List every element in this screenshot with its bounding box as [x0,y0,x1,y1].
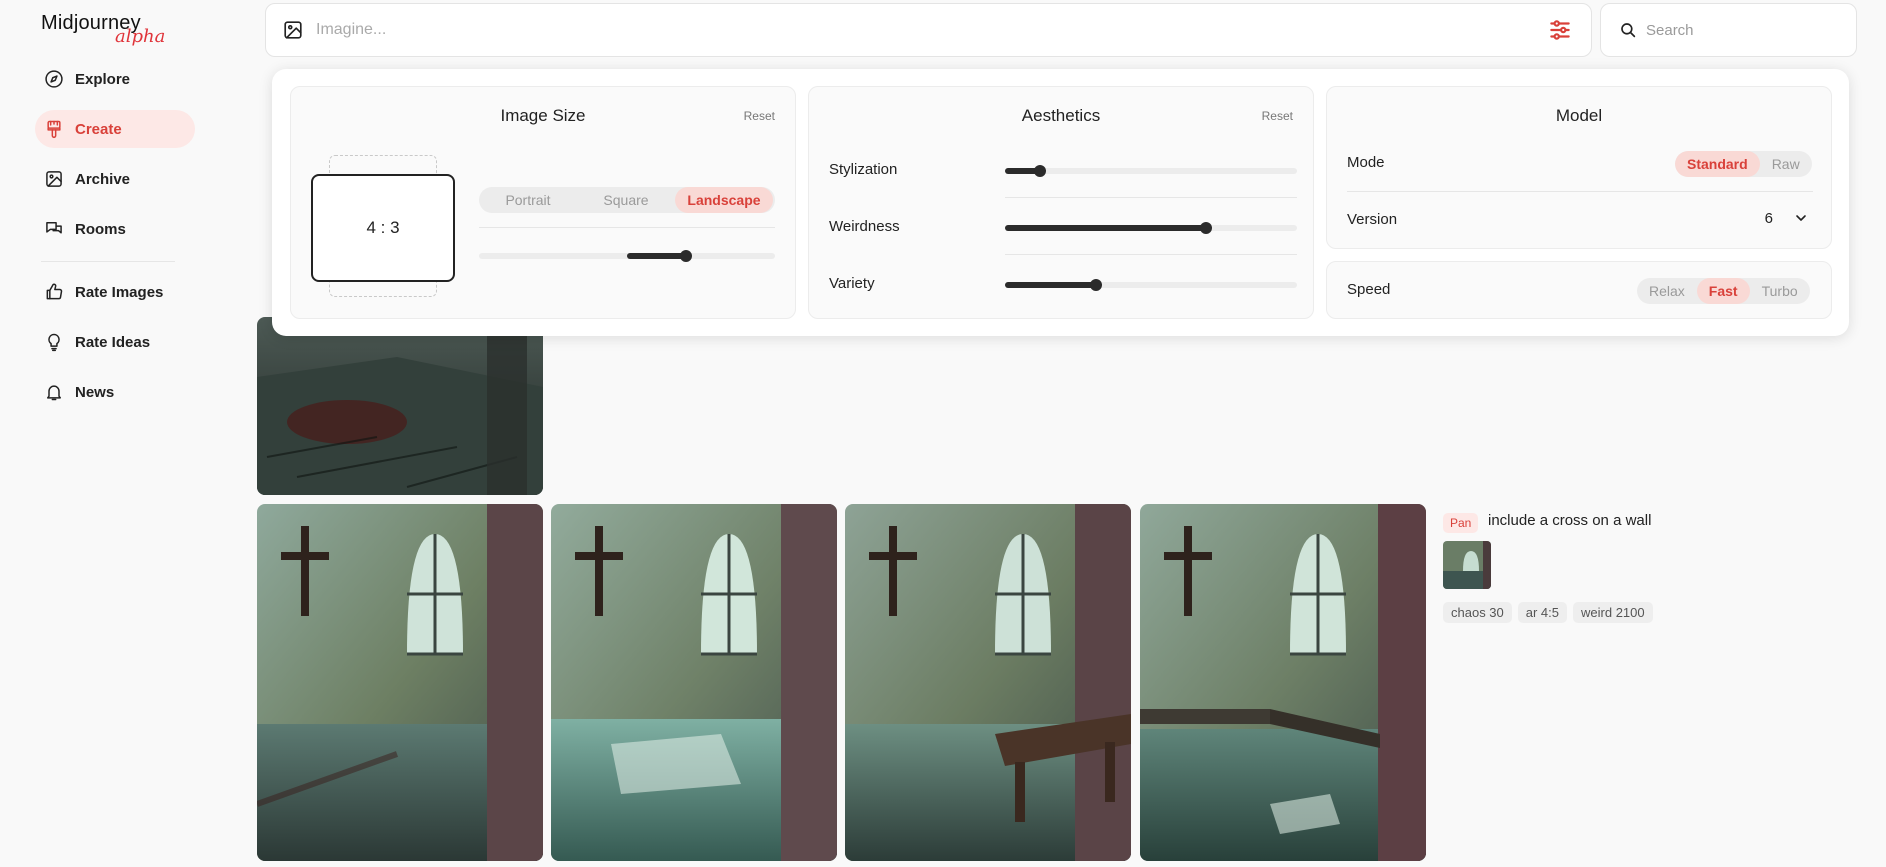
slider-knob[interactable] [1034,165,1047,177]
speed-label: Speed [1347,281,1391,298]
aspect-preview: 4 : 3 [311,174,455,282]
weirdness-slider[interactable] [1005,222,1297,234]
aesthetics-card: Aesthetics Reset Stylization Weirdness V… [808,86,1314,319]
brush-icon [44,119,64,139]
logo[interactable]: Midjourney alpha [41,12,165,47]
gallery-image[interactable] [845,504,1131,861]
reset-button[interactable]: Reset [744,109,775,123]
nav-item-create[interactable]: Create [35,110,195,148]
speed-fast[interactable]: Fast [1696,278,1750,304]
nav-label: News [75,383,115,401]
speed-toggle: Relax Fast Turbo [1637,278,1810,304]
sidebar: Midjourney alpha Explore Create Archive [0,0,250,867]
reset-button[interactable]: Reset [1262,109,1293,123]
speed-card: Speed Relax Fast Turbo [1326,261,1832,319]
gallery-image[interactable] [257,504,543,861]
model-card: Model Mode Standard Raw Version 6 [1326,86,1832,249]
variety-slider[interactable] [1005,279,1297,291]
orientation-landscape[interactable]: Landscape [675,187,773,213]
room-image [257,317,543,495]
orientation-toggle: Portrait Square Landscape [479,187,775,213]
imagine-bar [265,3,1592,57]
thumbs-up-icon [44,282,64,302]
lightbulb-icon [44,332,64,352]
param-chips: chaos 30 ar 4:5 weird 2100 [1443,602,1653,623]
search-input[interactable] [1646,21,1846,39]
image-size-card: Image Size Reset 4 : 3 Portrait Square L… [290,86,796,319]
reference-thumbnail[interactable] [1443,541,1491,589]
chat-icon [44,219,64,239]
param-chip-ar[interactable]: ar 4:5 [1517,602,1568,623]
job-prompt[interactable]: include a cross on a wall [1488,512,1651,529]
card-title: Model [1555,106,1603,125]
speed-turbo[interactable]: Turbo [1750,278,1810,304]
slider-knob[interactable] [1089,279,1102,291]
divider [1347,191,1813,192]
version-value[interactable]: 6 [1765,210,1773,227]
nav-label: Rate Ideas [75,333,151,351]
compass-icon [44,69,64,89]
job-type-badge: Pan [1443,513,1479,533]
card-title: Image Size [500,106,586,125]
room-image [551,504,837,861]
divider [1005,197,1297,198]
nav-item-rate-ideas[interactable]: Rate Ideas [35,323,195,361]
aspect-slider[interactable] [479,250,775,262]
room-image [845,504,1131,861]
slider-fill [1005,282,1096,288]
room-image [1443,541,1491,589]
card-title: Aesthetics [1021,106,1101,125]
search-icon [1621,23,1636,38]
param-chip-chaos[interactable]: chaos 30 [1443,602,1512,623]
nav-item-explore[interactable]: Explore [35,60,195,98]
logo-alpha-tag: alpha [115,26,166,47]
nav-item-news[interactable]: News [35,373,195,411]
sliders-icon[interactable] [1547,17,1573,43]
room-image [257,504,543,861]
nav-label: Rate Images [75,283,164,301]
mode-toggle: Standard Raw [1675,151,1812,177]
slider-knob[interactable] [1200,222,1213,234]
slider-fill [627,253,687,259]
mode-label: Mode [1347,154,1385,171]
nav-label: Explore [75,70,131,88]
stylization-slider[interactable] [1005,165,1297,177]
image-icon [44,169,64,189]
nav-item-archive[interactable]: Archive [35,160,195,198]
divider [1005,254,1297,255]
chevron-down-icon[interactable] [1793,210,1809,226]
gallery-image[interactable] [257,317,543,495]
stylization-label: Stylization [829,161,898,178]
param-chip-weird[interactable]: weird 2100 [1573,602,1653,623]
gallery-image[interactable] [551,504,837,861]
imagine-input[interactable] [316,21,1547,39]
nav-label: Rooms [75,220,126,238]
room-image [1140,504,1426,861]
mode-standard[interactable]: Standard [1675,151,1760,177]
slider-fill [1005,225,1207,231]
speed-relax[interactable]: Relax [1637,278,1697,304]
orientation-square[interactable]: Square [577,187,675,213]
bell-icon [44,382,64,402]
version-label: Version [1347,211,1398,228]
weirdness-label: Weirdness [829,218,900,235]
search-box [1600,3,1857,57]
slider-knob[interactable] [680,250,693,262]
settings-panel: Image Size Reset 4 : 3 Portrait Square L… [272,69,1849,336]
variety-label: Variety [829,275,875,292]
nav-divider [41,261,175,262]
divider [479,227,775,228]
gallery-image[interactable] [1140,504,1426,861]
nav-item-rooms[interactable]: Rooms [35,210,195,248]
mode-raw[interactable]: Raw [1760,151,1812,177]
nav-label: Create [75,120,122,138]
nav-label: Archive [75,170,131,188]
nav-item-rate-images[interactable]: Rate Images [35,273,195,311]
image-icon[interactable] [282,19,304,41]
orientation-portrait[interactable]: Portrait [479,187,577,213]
